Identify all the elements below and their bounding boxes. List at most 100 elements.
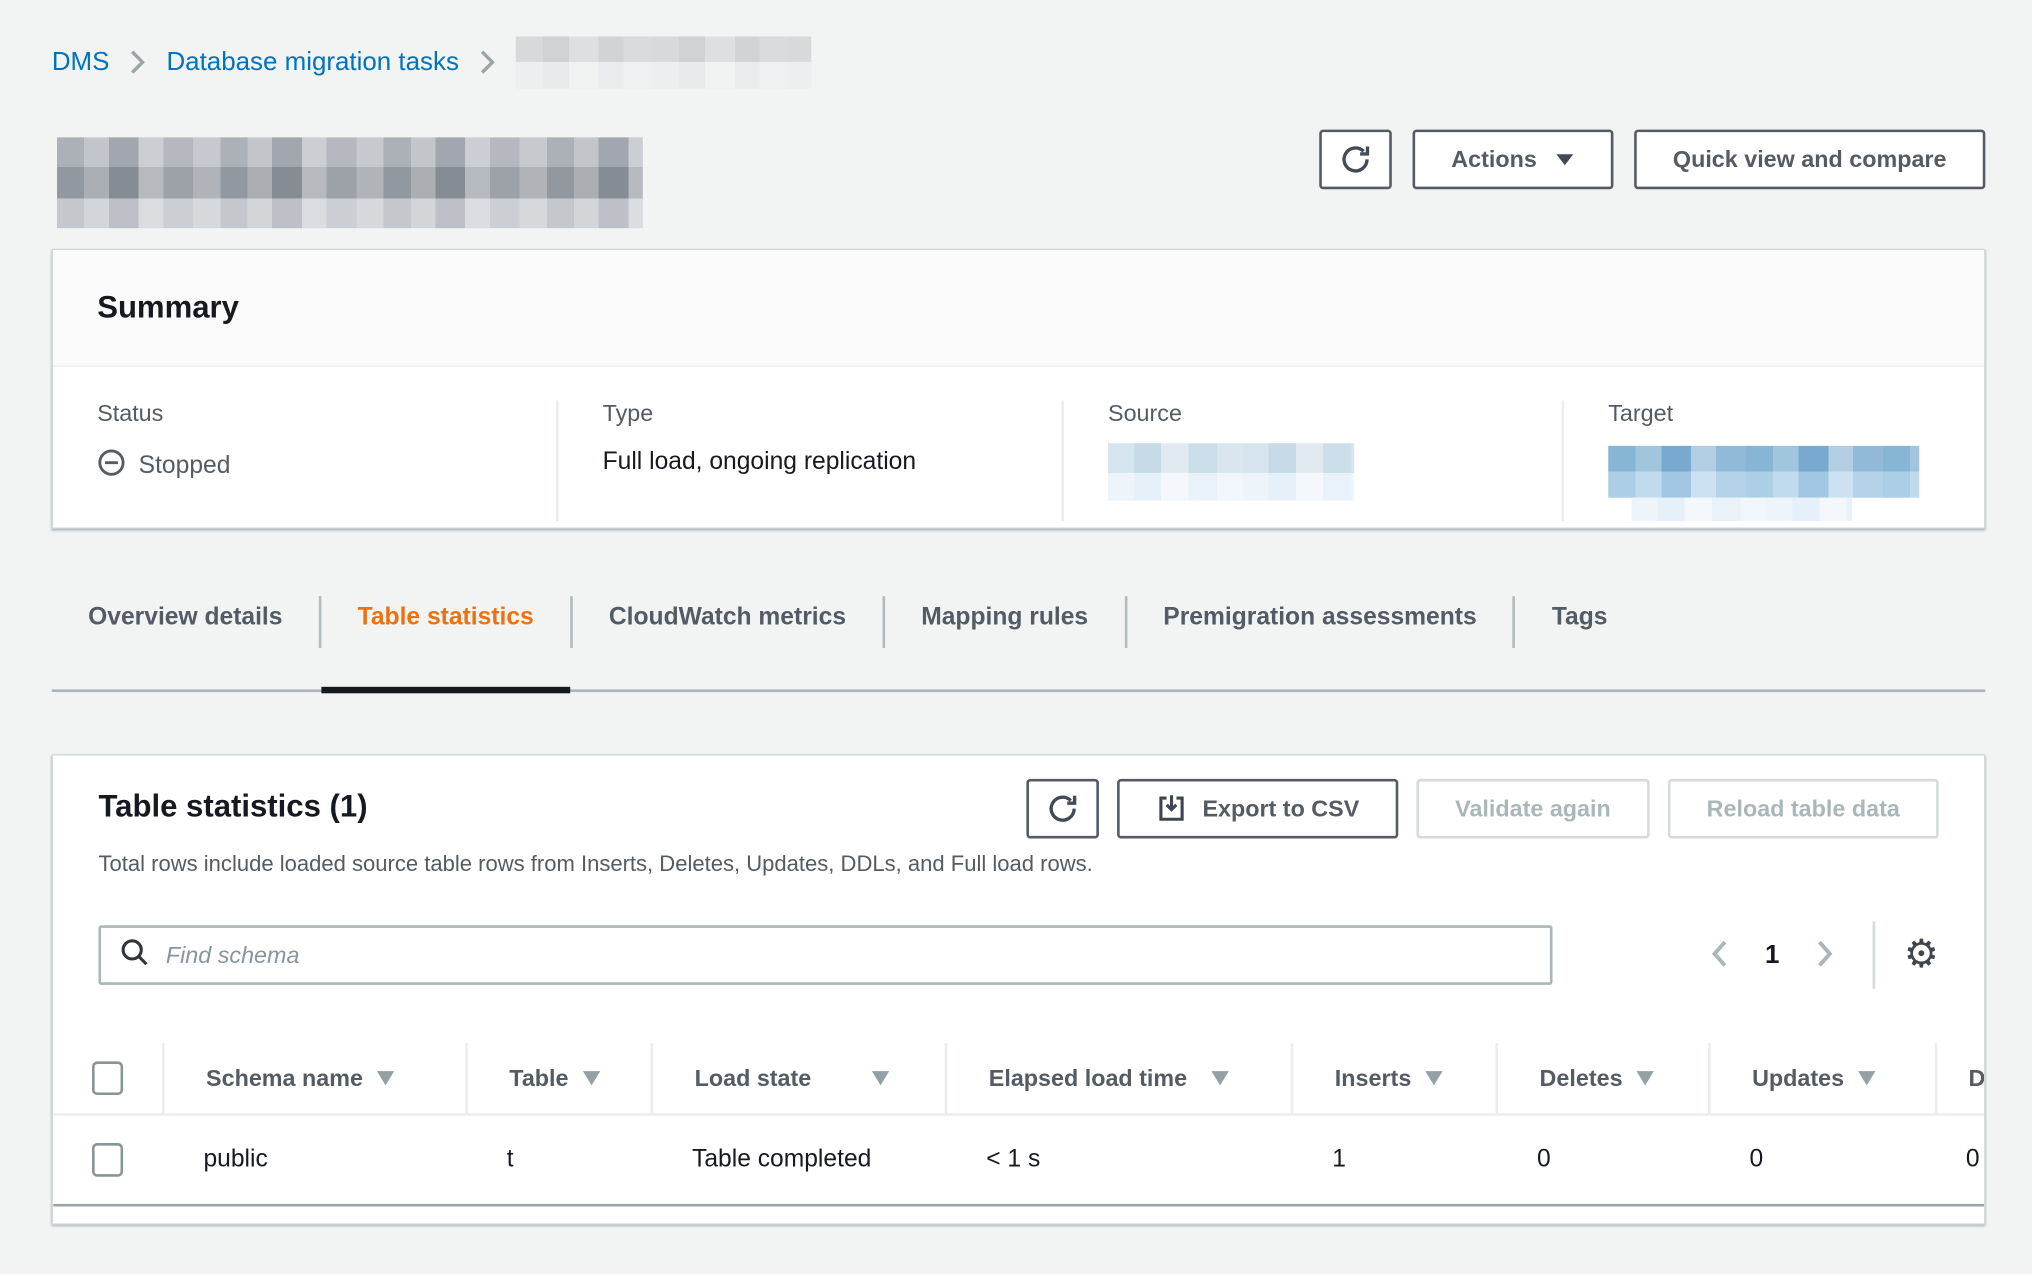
inserts-cell: 1	[1291, 1116, 1496, 1204]
select-all-cell	[53, 1043, 162, 1113]
load-state-column-header[interactable]: Load state	[651, 1043, 945, 1113]
table-row: public t Table completed < 1 s 1 0 0 0	[53, 1116, 1985, 1207]
table-statistics-title: Table statistics (1)	[98, 789, 367, 825]
status-text: Stopped	[139, 452, 231, 481]
table-column-label: Table	[509, 1065, 568, 1092]
select-all-checkbox[interactable]	[92, 1061, 123, 1095]
tab-overview-details[interactable]: Overview details	[52, 586, 319, 690]
refresh-icon	[1339, 143, 1373, 177]
chevron-left-icon	[1705, 936, 1734, 974]
breadcrumb-current-redacted	[516, 36, 811, 88]
table-toolbar: 1 ⚙	[98, 921, 1938, 988]
sort-icon	[376, 1070, 395, 1086]
source-endpoint-link-redacted[interactable]	[1108, 443, 1354, 500]
pagination-divider	[1873, 921, 1876, 988]
inserts-column-label: Inserts	[1335, 1065, 1411, 1092]
table-statistics-panel: Table statistics (1) Export to	[52, 754, 1986, 1224]
sort-icon	[581, 1070, 600, 1086]
preferences-gear-icon[interactable]: ⚙	[1904, 936, 1939, 975]
summary-field-type: Type Full load, ongoing replication	[556, 400, 1061, 521]
statistics-table: Schema name Table Load state Elapsed loa…	[53, 1043, 1985, 1206]
elapsed-load-time-cell: < 1 s	[945, 1116, 1291, 1204]
schema-search-box	[98, 925, 1552, 985]
chevron-right-icon	[126, 48, 149, 77]
dms-task-page: DMS Database migration tasks Actions Qui…	[0, 0, 2032, 1274]
sort-icon	[1424, 1070, 1443, 1086]
breadcrumb-dms-link[interactable]: DMS	[52, 47, 110, 77]
updates-cell: 0	[1708, 1116, 1935, 1204]
previous-page-button[interactable]	[1698, 929, 1742, 982]
reload-table-data-label: Reload table data	[1707, 795, 1900, 822]
next-page-button[interactable]	[1803, 929, 1847, 982]
task-detail-tabs: Overview details Table statistics CloudW…	[52, 586, 1986, 692]
schema-name-column-header[interactable]: Schema name	[162, 1043, 465, 1113]
deletes-cell: 0	[1495, 1116, 1708, 1204]
row-select-cell	[53, 1116, 162, 1204]
updates-column-label: Updates	[1752, 1065, 1844, 1092]
current-page-number[interactable]: 1	[1765, 940, 1779, 970]
sort-icon	[1636, 1070, 1655, 1086]
pagination: 1 ⚙	[1698, 921, 1939, 988]
tab-mapping-rules[interactable]: Mapping rules	[885, 586, 1124, 690]
table-statistics-description: Total rows include loaded source table r…	[98, 851, 1938, 877]
export-csv-label: Export to CSV	[1202, 795, 1359, 822]
target-label: Target	[1608, 400, 1984, 427]
source-label: Source	[1108, 400, 1562, 427]
table-header-row: Schema name Table Load state Elapsed loa…	[53, 1043, 1985, 1116]
target-endpoint-link-redacted-2	[1632, 498, 1852, 521]
tab-cloudwatch-metrics[interactable]: CloudWatch metrics	[573, 586, 883, 690]
sort-icon	[1210, 1070, 1229, 1086]
row-checkbox[interactable]	[92, 1143, 123, 1177]
type-value: Full load, ongoing replication	[603, 448, 1062, 477]
sort-icon	[871, 1070, 890, 1086]
tab-premigration-assessments[interactable]: Premigration assessments	[1127, 586, 1513, 690]
quick-view-compare-label: Quick view and compare	[1673, 146, 1947, 173]
elapsed-load-time-column-label: Elapsed load time	[989, 1065, 1187, 1092]
summary-fields: Status Stopped Type Full load, ongoing r…	[53, 367, 1984, 521]
breadcrumb: DMS Database migration tasks	[52, 36, 812, 88]
type-label: Type	[603, 400, 1062, 427]
tab-tags[interactable]: Tags	[1516, 586, 1644, 690]
status-label: Status	[97, 400, 556, 427]
inserts-column-header[interactable]: Inserts	[1291, 1043, 1496, 1113]
actions-button[interactable]: Actions	[1412, 130, 1613, 190]
ddls-column-header[interactable]: D	[1935, 1043, 1986, 1113]
find-schema-input[interactable]	[166, 941, 1532, 968]
load-state-column-label: Load state	[695, 1065, 812, 1092]
updates-column-header[interactable]: Updates	[1708, 1043, 1935, 1113]
stopped-icon	[97, 448, 126, 484]
quick-view-compare-button[interactable]: Quick view and compare	[1634, 130, 1985, 190]
download-icon	[1156, 793, 1187, 824]
summary-title: Summary	[97, 290, 239, 326]
schema-name-column-label: Schema name	[206, 1065, 363, 1092]
ddls-column-label: D	[1969, 1065, 1986, 1092]
load-state-cell: Table completed	[651, 1116, 945, 1204]
summary-field-target: Target	[1562, 400, 1984, 521]
target-endpoint-link-redacted[interactable]	[1608, 446, 1919, 498]
actions-button-label: Actions	[1451, 146, 1537, 173]
table-column-header[interactable]: Table	[465, 1043, 650, 1113]
status-value: Stopped	[97, 448, 556, 484]
tab-table-statistics[interactable]: Table statistics	[321, 586, 570, 690]
table-refresh-button[interactable]	[1026, 779, 1099, 839]
reload-table-data-button: Reload table data	[1668, 779, 1939, 839]
refresh-icon	[1046, 792, 1080, 826]
caret-down-icon	[1555, 152, 1574, 166]
validate-again-button: Validate again	[1416, 779, 1649, 839]
summary-field-status: Status Stopped	[53, 400, 556, 521]
chevron-right-icon	[1811, 936, 1840, 974]
breadcrumb-tasks-link[interactable]: Database migration tasks	[166, 47, 458, 77]
validate-again-label: Validate again	[1455, 795, 1611, 822]
elapsed-load-time-column-header[interactable]: Elapsed load time	[945, 1043, 1291, 1113]
table-cell: t	[465, 1116, 650, 1204]
page-title-redacted	[57, 137, 643, 228]
deletes-column-label: Deletes	[1540, 1065, 1623, 1092]
refresh-button[interactable]	[1319, 130, 1392, 190]
summary-panel: Summary Status Stopped Type Full load, o…	[52, 249, 1986, 529]
ddls-cell: 0	[1935, 1116, 1986, 1204]
summary-panel-header: Summary	[53, 250, 1984, 367]
deletes-column-header[interactable]: Deletes	[1495, 1043, 1708, 1113]
table-statistics-header: Table statistics (1) Export to	[53, 779, 1984, 839]
page-header-actions: Actions Quick view and compare	[1319, 130, 1985, 190]
export-csv-button[interactable]: Export to CSV	[1117, 779, 1398, 839]
